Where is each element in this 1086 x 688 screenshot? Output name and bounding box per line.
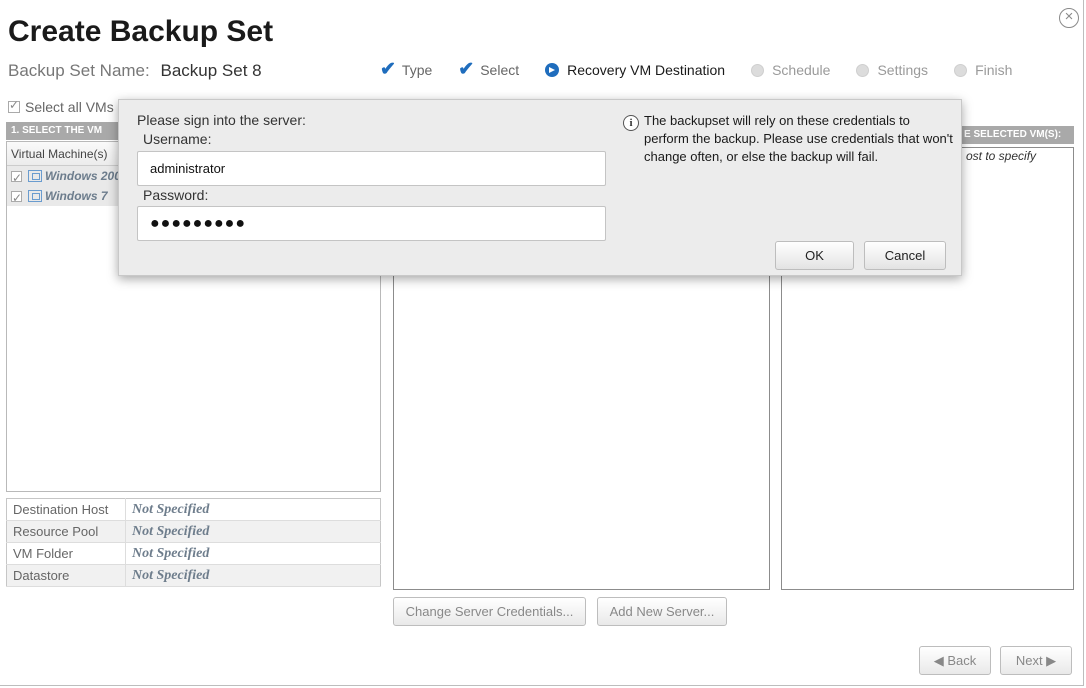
- next-button[interactable]: Next ▶: [1000, 646, 1072, 675]
- backup-set-name-row: Backup Set Name: Backup Set 8: [8, 61, 262, 81]
- step-settings: Settings: [856, 61, 928, 79]
- step-type[interactable]: ✔ Type: [380, 59, 433, 80]
- cancel-button[interactable]: Cancel: [864, 241, 946, 270]
- step-recovery-vm-destination[interactable]: Recovery VM Destination: [545, 61, 725, 79]
- step-label: Schedule: [772, 62, 831, 78]
- vm-name: Windows 2008: [45, 169, 128, 183]
- back-button[interactable]: ◀ Back: [919, 646, 991, 675]
- virtual-machine-icon: [28, 170, 42, 182]
- vm-name: Windows 7: [45, 189, 108, 203]
- property-key: Datastore: [6, 564, 126, 587]
- vm-destination-properties: Destination Host Not Specified Resource …: [6, 498, 381, 587]
- property-key: Destination Host: [6, 498, 126, 521]
- credentials-info-text: The backupset will rely on these credent…: [644, 113, 953, 164]
- property-value: Not Specified: [125, 520, 381, 543]
- property-value: Not Specified: [125, 564, 381, 587]
- step-label: Select: [480, 62, 520, 78]
- checkmark-icon: ✔: [458, 59, 475, 80]
- wizard-steps: ✔ Type ✔ Select Recovery VM Destination …: [380, 59, 1038, 80]
- vm-checkbox[interactable]: [11, 168, 22, 188]
- property-key: Resource Pool: [6, 520, 126, 543]
- property-value: Not Specified: [125, 498, 381, 521]
- select-all-label: Select all VMs: [25, 99, 114, 115]
- current-step-arrow-icon: [545, 63, 560, 77]
- ok-button[interactable]: OK: [775, 241, 854, 270]
- property-key: VM Folder: [6, 542, 126, 565]
- step-label: Type: [401, 62, 433, 78]
- select-all-checkbox[interactable]: [8, 98, 20, 113]
- vm-checkbox[interactable]: [11, 188, 22, 208]
- add-new-server-button[interactable]: Add New Server...: [597, 597, 727, 626]
- checkmark-icon: ✔: [380, 59, 396, 80]
- virtual-machine-icon: [28, 190, 42, 202]
- inactive-step-icon: [954, 63, 968, 77]
- property-value: Not Specified: [125, 542, 381, 565]
- page-title: Create Backup Set: [8, 15, 274, 48]
- username-input[interactable]: administrator: [137, 151, 606, 186]
- step-select[interactable]: ✔ Select: [458, 59, 520, 80]
- change-server-credentials-button[interactable]: Change Server Credentials...: [393, 597, 586, 626]
- close-icon[interactable]: ×: [1059, 8, 1079, 28]
- selected-vms-section-header: E SELECTED VM(S):: [962, 126, 1074, 144]
- username-label: Username:: [143, 131, 212, 147]
- table-row: Destination Host Not Specified: [6, 498, 381, 521]
- password-label: Password:: [143, 187, 209, 203]
- inactive-step-icon: [856, 63, 870, 77]
- step-schedule: Schedule: [751, 61, 830, 79]
- destination-hint: ost to specify: [966, 149, 1037, 163]
- sign-in-dialog: Please sign into the server: Username: a…: [118, 99, 962, 276]
- step-label: Finish: [975, 62, 1013, 78]
- sign-in-prompt: Please sign into the server:: [137, 112, 306, 128]
- table-row: Resource Pool Not Specified: [6, 520, 381, 543]
- step-finish: Finish: [954, 61, 1012, 79]
- inactive-step-icon: [751, 63, 765, 77]
- select-all-vms[interactable]: Select all VMs: [8, 98, 114, 115]
- info-icon: i: [623, 115, 639, 131]
- backup-set-name-value: Backup Set 8: [160, 61, 262, 80]
- table-row: Datastore Not Specified: [6, 564, 381, 587]
- password-input[interactable]: ●●●●●●●●●: [137, 206, 606, 241]
- step-label: Recovery VM Destination: [567, 62, 726, 78]
- table-row: VM Folder Not Specified: [6, 542, 381, 565]
- backup-set-name-label: Backup Set Name:: [8, 61, 150, 80]
- step-label: Settings: [877, 62, 929, 78]
